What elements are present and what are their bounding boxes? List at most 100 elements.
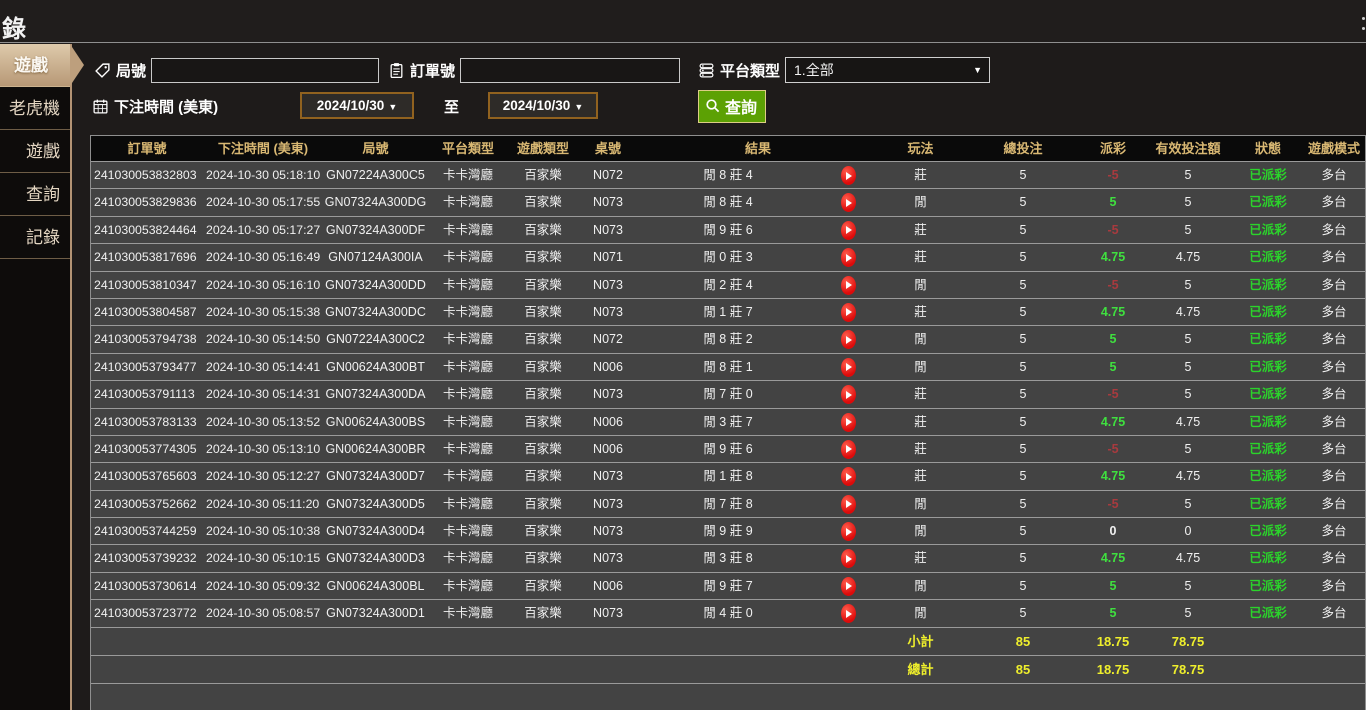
cell-total-bet: 5 [1019,414,1027,429]
cell-table-no: N072 [593,168,623,182]
cell-game-mode: 多台 [1321,469,1347,484]
cell-platform: 卡卡灣廳 [442,469,493,484]
cell-result: 閒 7 莊 0 [703,387,753,402]
replay-play-icon[interactable] [840,248,856,268]
cell-result: 閒 1 莊 7 [703,304,753,319]
summary-empty-cell [578,628,638,655]
column-header-11: 狀態 [1254,141,1281,156]
cell-platform: 卡卡灣廳 [442,250,493,265]
replay-play-icon[interactable] [840,522,856,542]
cell-status: 已派彩 [1249,359,1287,374]
cell-total-bet: 5 [1019,578,1027,593]
table-row: 241030053774305 2024-10-30 05:13:10 GN00… [91,434,1365,463]
search-icon [705,98,722,115]
cell-platform: 卡卡灣廳 [442,606,493,621]
sidebar-item-3[interactable]: 查詢 [0,173,70,216]
cell-status: 已派彩 [1249,578,1287,593]
sidebar-item-label: 遊戲 [26,142,60,161]
cell-result: 閒 3 莊 8 [703,551,753,566]
cell-game-mode: 多台 [1321,304,1347,319]
cell-platform: 卡卡灣廳 [442,551,493,566]
cell-round-no: GN07324A300D1 [326,606,425,621]
cell-bet-on: 閒 [914,496,927,511]
replay-play-icon[interactable] [840,467,856,487]
search-button[interactable]: 查詢 [698,90,767,123]
cell-bet-on: 莊 [914,222,927,237]
cell-result: 閒 8 莊 1 [703,359,753,374]
cell-platform: 卡卡灣廳 [442,414,493,429]
summary-empty-cell [91,656,203,683]
cell-table-no: N073 [593,304,623,319]
summary-empty-cell [578,656,638,683]
cell-payout: 5 [1109,359,1117,374]
replay-play-icon[interactable] [840,549,856,569]
cell-valid-bet: 5 [1184,359,1192,374]
replay-play-icon[interactable] [840,412,856,432]
summary-empty-cell [638,656,818,683]
platform-stack-icon [698,62,715,79]
date-to-picker[interactable]: 2024/10/30 ▼ [488,92,598,119]
date-from-picker[interactable]: 2024/10/30 ▼ [300,92,414,119]
game-records-page: 錄 遊戲 老虎機 遊戲 查詢 記錄 局號 訂單號 平台類型 1.全部 ▼ 下注時… [0,0,1366,710]
cell-result: 閒 8 莊 2 [703,332,753,347]
date-to-value: 2024/10/30 [502,98,571,113]
order-no-input[interactable] [460,58,681,83]
replay-play-icon[interactable] [840,576,856,596]
cell-bet-time: 2024-10-30 05:08:57 [206,606,321,621]
summary-label: 總計 [907,661,934,677]
cell-total-bet: 5 [1019,359,1027,374]
cell-bet-on: 閒 [914,524,927,539]
replay-play-icon[interactable] [840,604,856,624]
replay-play-icon[interactable] [840,275,856,295]
cell-status: 已派彩 [1249,551,1287,566]
clipboard-icon [388,62,405,79]
cell-payout: -5 [1107,387,1119,402]
replay-play-icon[interactable] [840,220,856,240]
sidebar-item-4[interactable]: 記錄 [0,216,70,259]
order-filter-group: 訂單號 [388,58,681,83]
column-header-2: 局號 [362,141,389,156]
replay-play-icon[interactable] [840,357,856,377]
column-header-6: 結果 [744,141,771,156]
cell-game-mode: 多台 [1321,168,1347,182]
summary-payout: 18.75 [1096,661,1130,677]
cell-result: 閒 7 莊 8 [703,496,753,511]
cell-order-no: 241030053793477 [94,359,197,374]
cell-order-no: 241030053765603 [94,469,197,484]
sidebar-item-1[interactable]: 老虎機 [0,87,70,130]
sidebar-item-label: 查詢 [26,185,60,204]
cell-total-bet: 5 [1019,222,1027,237]
replay-play-icon[interactable] [840,330,856,350]
cell-bet-time: 2024-10-30 05:14:41 [206,359,321,374]
replay-play-icon[interactable] [840,385,856,405]
round-no-input[interactable] [151,58,380,83]
replay-play-icon[interactable] [840,439,856,459]
replay-play-icon[interactable] [840,494,856,514]
cell-table-no: N073 [593,387,623,402]
cell-bet-on: 莊 [914,414,927,429]
sidebar-item-2[interactable]: 遊戲 [0,130,70,173]
platform-type-select[interactable]: 1.全部 ▼ [785,57,991,83]
summary-empty-cell [323,628,428,655]
cell-order-no: 241030053774305 [94,441,197,456]
replay-play-icon[interactable] [840,166,856,185]
cell-status: 已派彩 [1249,524,1287,539]
cell-order-no: 241030053810347 [94,277,197,292]
cell-replay [818,217,878,244]
cell-total-bet: 5 [1019,551,1027,566]
replay-play-icon[interactable] [840,302,856,322]
summary-total-bet: 85 [1015,633,1031,649]
cell-round-no: GN07324A300DF [325,222,426,237]
cell-valid-bet: 5 [1184,578,1192,593]
replay-play-icon[interactable] [840,193,856,213]
cell-game-type: 百家樂 [524,414,562,429]
platform-type-label: 平台類型 [720,62,781,80]
cell-bet-time: 2024-10-30 05:12:27 [206,469,321,484]
cell-bet-on: 閒 [914,277,927,292]
table-header-row: 訂單號 下注時間 (美東) 局號 平台類型 遊戲類型 桌號 結果 玩法 總投注 派彩 有效投注額 狀態… [91,136,1365,161]
cell-valid-bet: 0 [1184,524,1192,539]
sidebar-item-0[interactable]: 遊戲 [0,44,70,87]
cell-total-bet: 5 [1019,332,1027,347]
cell-order-no: 241030053794738 [94,332,197,347]
cell-total-bet: 5 [1019,168,1027,182]
